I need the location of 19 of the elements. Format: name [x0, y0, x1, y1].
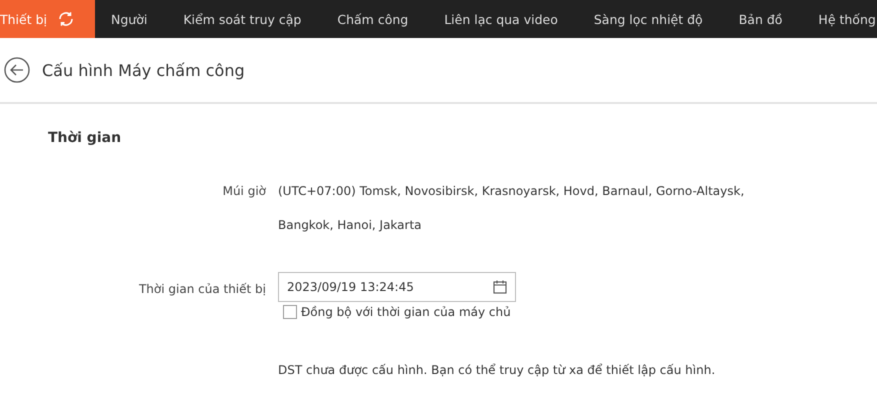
timezone-value: (UTC+07:00) Tomsk, Novosibirsk, Krasnoyarsk, Hovd, Barnaul, Gorno-Altaysk, Bangkok, Hanoi, Jakarta — [278, 183, 746, 234]
sync-checkbox[interactable]: Đồng bộ với thời gian của máy chủ — [283, 305, 516, 319]
section-title: Thời gian — [48, 130, 122, 146]
dst-note: DST chưa được cấu hình. Bạn có thể truy cập từ xa để thiết lập cấu hình. — [278, 363, 716, 377]
nav-tab[interactable]: Sàng lọc nhiệt độ — [578, 0, 719, 38]
calendar-icon[interactable] — [493, 280, 507, 294]
nav-tab[interactable]: Kiểm soát truy cập — [167, 0, 318, 38]
date-time-field[interactable]: 2023/09/19 13:24:45 — [278, 272, 516, 302]
page-title: Cấu hình Máy chấm công — [42, 60, 245, 80]
nav-tab[interactable]: Chấm công — [321, 0, 424, 38]
nav-tab[interactable]: Hệ thống — [802, 0, 877, 38]
field-label: Thời gian của thiết bị — [138, 281, 266, 298]
nav-tab[interactable]: Liên lạc qua video — [428, 0, 574, 38]
refresh-icon[interactable] — [57, 10, 76, 28]
nav-tab[interactable]: Người — [95, 0, 164, 38]
nav-tab[interactable]: Bản đồ — [722, 0, 798, 38]
field-label: Múi giờ — [222, 183, 266, 200]
checkbox[interactable] — [283, 305, 297, 319]
back-icon[interactable] — [4, 57, 30, 83]
